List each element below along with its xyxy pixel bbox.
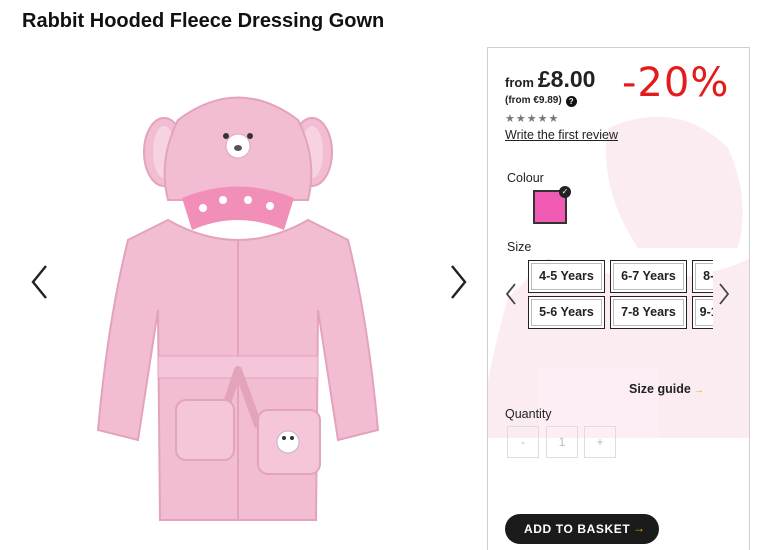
product-title: Rabbit Hooded Fleece Dressing Gown xyxy=(22,10,385,32)
size-label: Size xyxy=(507,240,532,254)
price-row: from £8.00 xyxy=(505,66,595,93)
size-option[interactable]: 6-7 Years xyxy=(610,260,687,293)
size-option[interactable]: 7-8 Years xyxy=(610,296,687,329)
size-options: 4-5 Years 6-7 Years 8-9 Years 5-6 Years … xyxy=(528,258,713,333)
purchase-panel: from £8.00 -20% (from €9.89)? ★★★★★ Write… xyxy=(487,47,750,550)
quantity-increase-button[interactable]: + xyxy=(584,426,616,458)
quantity-decrease-button[interactable]: - xyxy=(507,426,539,458)
size-option[interactable]: 8-9 Years xyxy=(692,260,713,293)
chevron-left-icon[interactable] xyxy=(28,262,52,302)
size-option[interactable]: 5-6 Years xyxy=(528,296,605,329)
colour-label: Colour xyxy=(507,171,544,185)
colour-swatch-pink[interactable]: ✓ xyxy=(533,186,571,224)
question-mark-icon[interactable]: ? xyxy=(565,96,577,107)
add-to-basket-label: ADD TO BASKET xyxy=(524,522,631,536)
check-icon: ✓ xyxy=(559,186,571,198)
arrow-right-icon: → xyxy=(693,385,704,396)
write-review-link[interactable]: Write the first review xyxy=(505,128,618,142)
size-guide-label: Size guide xyxy=(629,382,691,396)
quantity-label: Quantity xyxy=(505,407,552,421)
add-to-basket-button[interactable]: ADD TO BASKET → xyxy=(505,514,659,544)
discount-badge: -20% xyxy=(622,60,730,106)
chevron-right-icon[interactable] xyxy=(717,281,731,307)
product-gallery xyxy=(22,50,478,540)
alt-price-value: (from €9.89) xyxy=(505,95,562,106)
arrow-right-icon: → xyxy=(633,521,646,535)
alt-price: (from €9.89)? xyxy=(505,95,577,107)
product-image[interactable] xyxy=(88,80,388,528)
price-value: £8.00 xyxy=(537,66,596,92)
size-option[interactable]: 9-10 Years xyxy=(692,296,713,329)
size-option[interactable]: 4-5 Years xyxy=(528,260,605,293)
chevron-right-icon[interactable] xyxy=(446,262,470,302)
from-label: from xyxy=(505,75,534,90)
chevron-left-icon[interactable] xyxy=(504,281,518,307)
size-guide-link[interactable]: Size guide → xyxy=(629,382,704,396)
rating-stars: ★★★★★ xyxy=(505,113,560,125)
quantity-input[interactable]: 1 xyxy=(546,426,578,458)
